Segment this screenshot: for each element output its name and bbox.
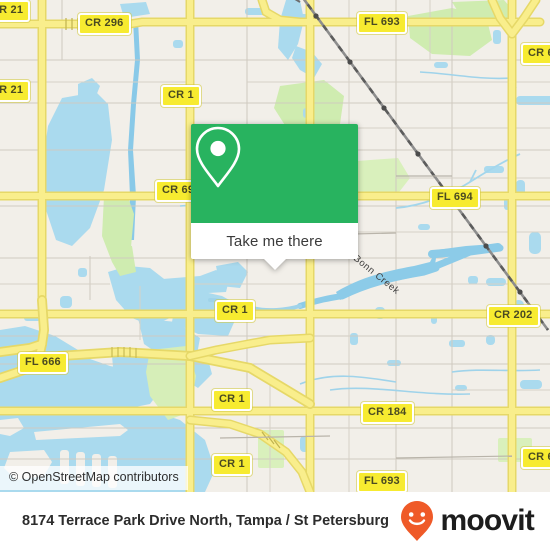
address-label: 8174 Terrace Park Drive North, Tampa / S… xyxy=(22,513,389,529)
take-me-there-label: Take me there xyxy=(226,232,323,250)
road-shield: FL 694 xyxy=(430,187,480,209)
moovit-logo[interactable]: moovit xyxy=(397,499,550,543)
destination-callout-card[interactable]: Take me there xyxy=(191,124,358,270)
road-shield: FL 693 xyxy=(357,471,407,492)
moovit-pin-smiley-icon xyxy=(401,501,434,541)
card-action-area[interactable]: Take me there xyxy=(191,223,358,270)
road-shield: CR 184 xyxy=(361,402,414,424)
road-shield: CR 1 xyxy=(161,85,201,107)
road-shield: CR 202 xyxy=(487,305,540,327)
osm-attribution[interactable]: © OpenStreetMap contributors xyxy=(0,466,188,490)
road-shield: CR 296 xyxy=(78,13,131,35)
road-shield: CR 1 xyxy=(215,300,255,322)
road-shield: CR 6 xyxy=(521,447,550,469)
road-shield: FL 666 xyxy=(18,352,68,374)
map-canvas[interactable]: CR 21CR 296CR 21CR 1FL 693CR 6CR 69FL 69… xyxy=(0,0,550,492)
road-shield: CR 21 xyxy=(0,80,31,102)
road-shield: FL 693 xyxy=(357,12,407,34)
card-pin-area xyxy=(191,124,358,223)
road-shield: CR 21 xyxy=(0,0,31,22)
map-screenshot: CR 21CR 296CR 21CR 1FL 693CR 6CR 69FL 69… xyxy=(0,0,550,550)
road-shield: CR 1 xyxy=(212,389,252,411)
road-shield: CR 6 xyxy=(521,43,550,65)
location-pin-icon xyxy=(195,126,241,188)
road-shield: CR 1 xyxy=(212,454,252,476)
footer-bar: 8174 Terrace Park Drive North, Tampa / S… xyxy=(0,492,550,550)
moovit-wordmark: moovit xyxy=(440,504,534,537)
card-pointer xyxy=(263,259,286,270)
